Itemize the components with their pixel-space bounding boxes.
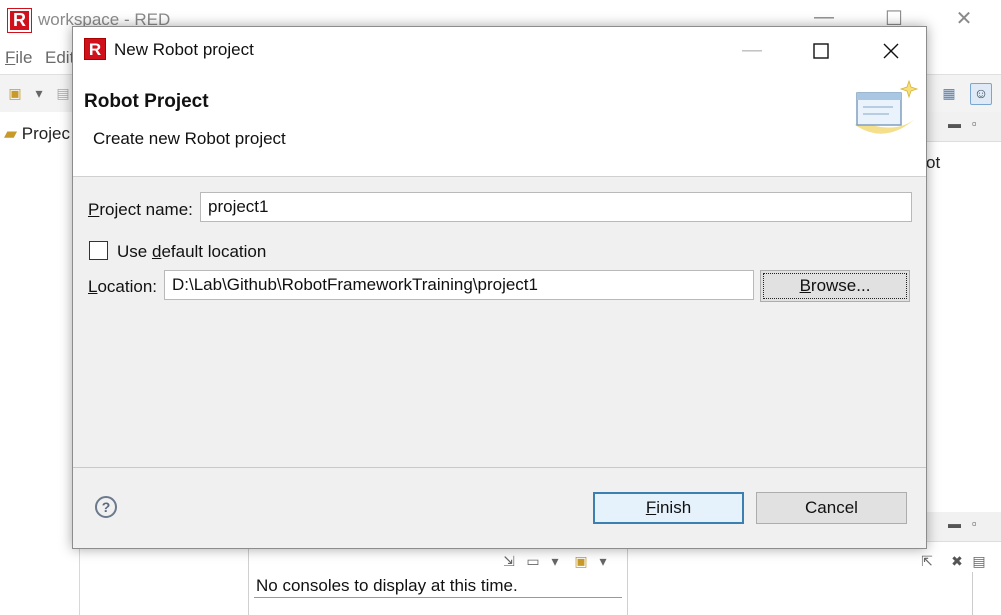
new-project-wizard-icon <box>849 79 921 139</box>
help-icon[interactable]: ? <box>95 496 117 518</box>
dialog-title: New Robot project <box>114 40 254 59</box>
save-icon[interactable]: ▤ <box>54 84 72 102</box>
console-empty-message: No consoles to display at this time. <box>256 576 518 595</box>
pin-console-icon[interactable]: ⇲ <box>500 552 518 570</box>
new-robot-project-dialog: R New Robot project — Robot Project Crea… <box>72 26 927 549</box>
finish-button[interactable]: Finish <box>593 492 744 524</box>
use-default-location-label[interactable]: Use default location <box>117 242 266 262</box>
menu-edit[interactable]: Edit <box>45 48 74 68</box>
dialog-titlebar: R New Robot project — <box>73 27 926 73</box>
menu-file[interactable]: File <box>5 48 32 68</box>
minimize-icon: — <box>742 39 762 61</box>
folder-icon: ▰ <box>4 124 22 143</box>
console-dropdown-icon[interactable]: ▾ <box>546 552 564 570</box>
location-input[interactable] <box>164 270 754 300</box>
close-icon[interactable] <box>868 35 914 65</box>
panel-maximize-icon[interactable]: ▫ <box>972 116 977 131</box>
dropdown-arrow-icon[interactable]: ▾ <box>30 84 48 102</box>
export-icon[interactable]: ⇱ <box>918 552 936 570</box>
outline-panel-text: ot <box>926 153 941 172</box>
project-name-input[interactable] <box>200 192 912 222</box>
panel-maximize-icon[interactable]: ▫ <box>972 516 977 531</box>
panel-minimize-icon[interactable]: ▬ <box>948 116 961 131</box>
new-wizard-icon[interactable]: ▣ <box>6 84 24 102</box>
use-default-location-checkbox[interactable] <box>89 241 108 260</box>
location-label: Location: <box>88 277 158 296</box>
focus-ring <box>763 273 907 299</box>
project-name-label: Project name: <box>88 200 193 219</box>
red-logo-icon: R <box>84 38 106 60</box>
maximize-icon[interactable] <box>798 35 844 65</box>
save-log-icon[interactable]: ▤ <box>970 552 988 570</box>
robot-perspective-icon[interactable]: ☺ <box>970 83 992 105</box>
display-console-icon[interactable]: ▭ <box>524 552 542 570</box>
cancel-button[interactable]: Cancel <box>756 492 907 524</box>
panel-minimize-icon[interactable]: ▬ <box>948 516 961 531</box>
bottom-right-scrollbar[interactable] <box>972 572 988 615</box>
footer-separator <box>73 467 926 468</box>
bottom-right-tabbar: ▬ ▫ <box>926 512 1001 542</box>
project-explorer-panel <box>0 112 80 615</box>
wizard-page-title: Robot Project <box>84 91 209 112</box>
red-logo-icon: R <box>7 8 32 33</box>
wizard-header: Robot Project Create new Robot project <box>73 73 926 177</box>
outline-panel-tabbar: ▬ ▫ <box>926 112 1001 142</box>
wizard-page-description: Create new Robot project <box>93 129 286 148</box>
project-explorer-tab[interactable]: ▰ Projec <box>4 124 70 144</box>
remove-icon[interactable]: ✖ <box>948 552 966 570</box>
ide-close-icon[interactable]: ✕ <box>944 6 984 34</box>
browse-button[interactable]: Browse... <box>760 270 910 302</box>
console-divider <box>254 597 622 598</box>
open-console-icon[interactable]: ▣ <box>572 552 590 570</box>
open-perspective-icon[interactable]: ▦ <box>940 84 958 102</box>
open-console-dropdown-icon[interactable]: ▾ <box>594 552 612 570</box>
